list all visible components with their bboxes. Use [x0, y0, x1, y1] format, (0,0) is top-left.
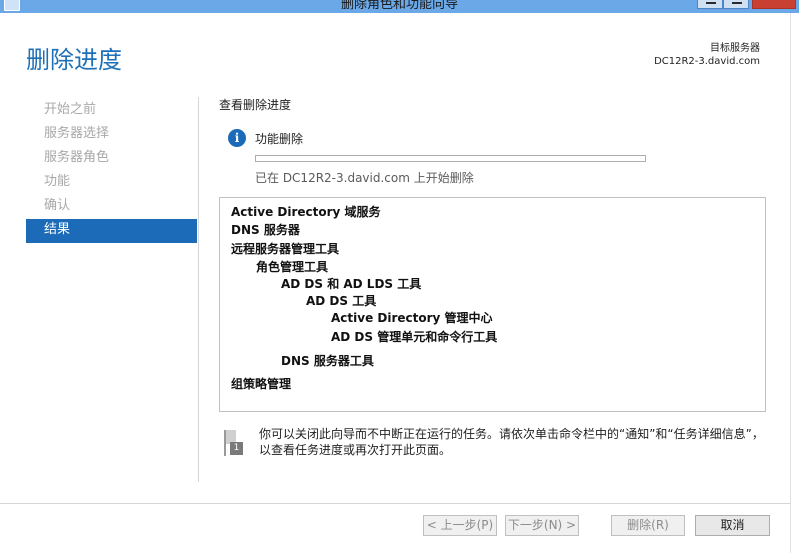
previous-button[interactable]: < 上一步(P): [423, 515, 497, 536]
target-server-label: 目标服务器: [710, 43, 760, 54]
target-server-info: 目标服务器 DC12R2-3.david.com: [654, 42, 760, 68]
result-item: 远程服务器管理工具: [231, 242, 340, 256]
maximize-button[interactable]: [723, 0, 749, 9]
minimize-button[interactable]: [697, 0, 723, 9]
result-item: 角色管理工具: [256, 260, 329, 274]
nav-item-confirmation[interactable]: 确认: [26, 195, 197, 219]
result-item: 组策略管理: [231, 377, 292, 391]
removal-status: 已在 DC12R2-3.david.com 上开始删除: [255, 171, 474, 185]
next-button[interactable]: 下一步(N) >: [505, 515, 579, 536]
result-item: AD DS 和 AD LDS 工具: [281, 277, 422, 291]
close-wizard-note: 你可以关闭此向导而不中断正在运行的任务。请依次单击命令栏中的“通知”和“任务详细…: [259, 427, 764, 457]
nav-item-before-you-begin[interactable]: 开始之前: [26, 99, 197, 123]
title-bar: 删除角色和功能向导: [0, 0, 799, 13]
footer-divider: [0, 503, 799, 504]
result-item: Active Directory 域服务: [231, 205, 381, 219]
info-icon: i: [228, 129, 246, 147]
result-item: Active Directory 管理中心: [331, 311, 493, 325]
result-item: DNS 服务器: [231, 223, 300, 237]
nav-item-server-roles[interactable]: 服务器角色: [26, 147, 197, 171]
flag-pole: [224, 430, 226, 456]
removal-progress-bar: [255, 155, 646, 162]
close-button[interactable]: [752, 0, 796, 9]
nav-item-results[interactable]: 结果: [26, 219, 197, 243]
nav-divider: [198, 97, 199, 482]
cancel-button[interactable]: 取消: [695, 515, 770, 536]
result-item: DNS 服务器工具: [281, 354, 374, 368]
remove-button[interactable]: 删除(R): [611, 515, 685, 536]
window-title: 删除角色和功能向导: [340, 0, 458, 12]
notification-flag-icon: 1: [222, 430, 244, 456]
nav-item-features[interactable]: 功能: [26, 171, 197, 195]
minimize-icon: [706, 2, 716, 4]
target-server-name: DC12R2-3.david.com: [654, 56, 760, 67]
nav-item-server-selection[interactable]: 服务器选择: [26, 123, 197, 147]
feature-removal-title: 功能删除: [255, 132, 304, 146]
result-item: AD DS 管理单元和命令行工具: [331, 330, 498, 344]
page-title: 删除进度: [26, 46, 122, 74]
section-label: 查看删除进度: [219, 98, 292, 112]
window-edge: [790, 13, 799, 553]
maximize-icon: [732, 2, 742, 4]
notification-count-badge: 1: [230, 442, 243, 455]
results-list: Active Directory 域服务 DNS 服务器 远程服务器管理工具 角…: [219, 197, 766, 412]
wizard-nav: 开始之前 服务器选择 服务器角色 功能 确认 结果: [26, 99, 197, 243]
result-item: AD DS 工具: [306, 294, 377, 308]
